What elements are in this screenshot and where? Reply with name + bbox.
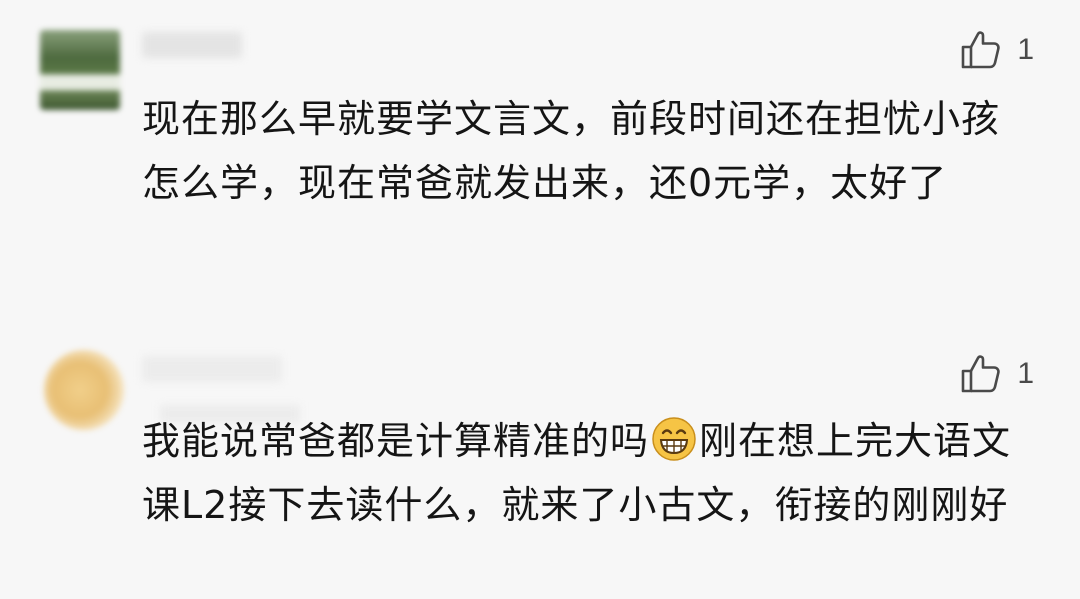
- comment-item: 1 现在那么早就要学文言文，前段时间还在担忧小孩怎么学，现在常爸就发出来，还0元…: [0, 0, 1080, 300]
- comment-text: 我能说常爸都是计算精准的吗 刚在想上完大语文课L2接下去读什么，就来了小古文，衔…: [142, 409, 1032, 537]
- avatar[interactable]: [40, 30, 120, 110]
- comment-text: 现在那么早就要学文言文，前段时间还在担忧小孩怎么学，现在常爸就发出来，还0元学，…: [142, 87, 1032, 215]
- thumbs-up-icon: [962, 355, 1001, 393]
- nickname-blurred[interactable]: [142, 32, 242, 58]
- like-count: 1: [1017, 357, 1034, 390]
- avatar[interactable]: [44, 350, 124, 430]
- like-count: 1: [1017, 33, 1034, 66]
- like-button[interactable]: 1: [959, 352, 1034, 396]
- comment-text-part-1: 我能说常爸都是计算精准的吗: [142, 419, 650, 463]
- thumbs-up-icon: [962, 31, 1001, 69]
- like-button[interactable]: 1: [959, 28, 1034, 72]
- nickname-blurred[interactable]: [142, 356, 282, 382]
- grinning-face-emoji-icon: [652, 417, 696, 461]
- comment-text-content: 现在那么早就要学文言文，前段时间还在担忧小孩怎么学，现在常爸就发出来，还0元学，…: [142, 97, 1001, 205]
- comment-item: 1 我能说常爸都是计算精准的吗 刚在想上完大语文课L2接下去读什么，就来了小古文…: [0, 300, 1080, 599]
